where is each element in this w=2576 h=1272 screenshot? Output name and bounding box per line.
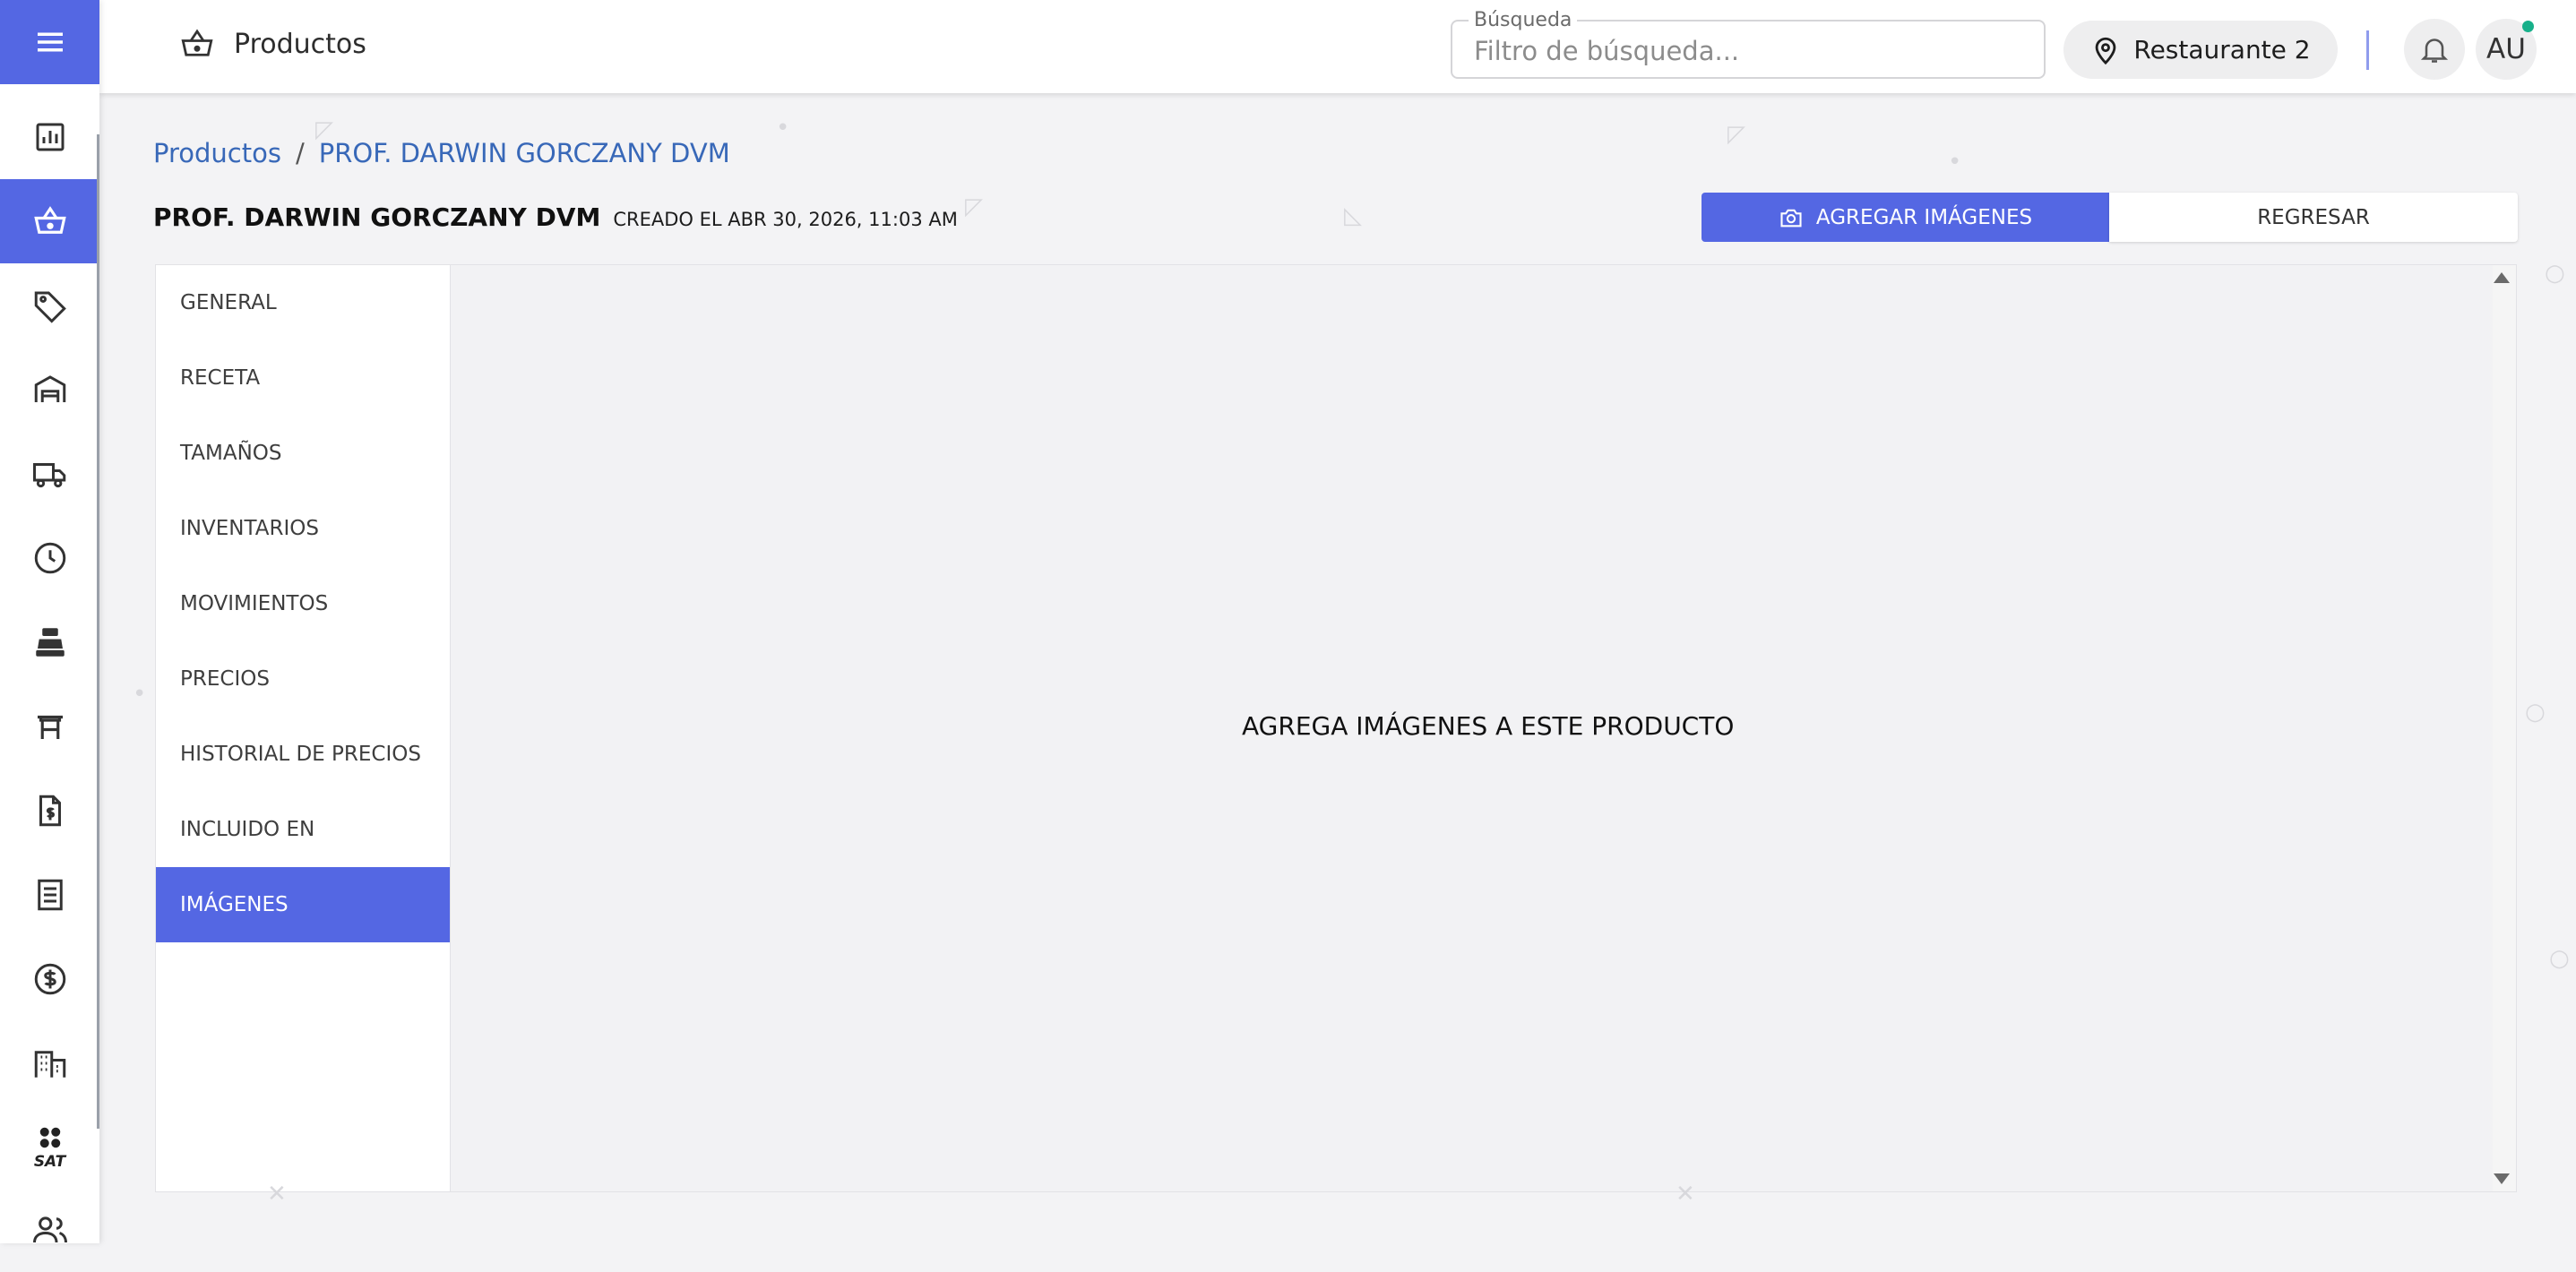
tab-incluido-en[interactable]: INCLUIDO EN bbox=[156, 792, 450, 867]
page-header: Productos bbox=[178, 25, 366, 63]
tag-icon bbox=[34, 291, 66, 323]
add-images-button[interactable]: AGREGAR IMÁGENES bbox=[1702, 193, 2109, 242]
background-mark: ◺ bbox=[1344, 202, 1362, 229]
tab-tamanos[interactable]: TAMAÑOS bbox=[156, 416, 450, 491]
tab-imagenes[interactable]: IMÁGENES bbox=[156, 867, 450, 942]
tab-inventarios[interactable]: INVENTARIOS bbox=[156, 491, 450, 566]
sidebar-item-tags[interactable] bbox=[0, 263, 99, 348]
receipt-icon bbox=[37, 879, 63, 911]
left-sidebar: SAT bbox=[0, 0, 99, 1243]
basket-icon bbox=[33, 206, 66, 234]
content-scrollbar[interactable] bbox=[2493, 265, 2516, 1191]
dollar-icon bbox=[34, 963, 65, 995]
bell-icon bbox=[2420, 39, 2449, 63]
empty-state-message: AGREGA IMÁGENES A ESTE PRODUCTO bbox=[1242, 711, 1735, 741]
sidebar-item-products[interactable] bbox=[0, 179, 99, 263]
scroll-up-arrow-icon[interactable] bbox=[2494, 272, 2510, 283]
sidebar-item-cash-register[interactable] bbox=[0, 600, 99, 684]
sidebar-scrollbar[interactable] bbox=[97, 134, 99, 1129]
sidebar-item-users[interactable] bbox=[0, 1188, 99, 1272]
tab-movimientos[interactable]: MOVIMIENTOS bbox=[156, 566, 450, 641]
cash-register-icon bbox=[35, 628, 65, 657]
back-button[interactable]: REGRESAR bbox=[2109, 193, 2518, 242]
background-mark: ✕ bbox=[1676, 1181, 1695, 1208]
product-tabs: GENERAL RECETA TAMAÑOS INVENTARIOS MOVIM… bbox=[156, 265, 451, 1191]
background-mark: ◸ bbox=[1727, 121, 1745, 148]
search-input[interactable] bbox=[1472, 32, 2013, 70]
background-mark: ✕ bbox=[267, 1181, 287, 1208]
background-mark: ◸ bbox=[315, 116, 333, 143]
warehouse-icon bbox=[34, 375, 65, 402]
topbar-divider bbox=[2366, 30, 2369, 70]
table-icon bbox=[37, 715, 63, 739]
building-icon bbox=[34, 1051, 65, 1078]
sat-icon bbox=[39, 1127, 60, 1148]
online-status-dot bbox=[2522, 21, 2534, 32]
tab-general[interactable]: GENERAL bbox=[156, 265, 450, 340]
breadcrumb: Productos / PROF. DARWIN GORCZANY DVM bbox=[153, 138, 730, 168]
sidebar-item-finance[interactable] bbox=[0, 937, 99, 1021]
search-label: Búsqueda bbox=[1469, 9, 1578, 31]
camera-icon bbox=[1780, 209, 1802, 227]
background-mark: ○ bbox=[2525, 699, 2546, 726]
sidebar-item-shipping[interactable] bbox=[0, 432, 99, 516]
location-selector-button[interactable]: Restaurante 2 bbox=[2063, 21, 2338, 79]
product-name: PROF. DARWIN GORCZANY DVM bbox=[153, 202, 601, 232]
tab-precios[interactable]: PRECIOS bbox=[156, 641, 450, 717]
product-created-date: CREADO EL ABR 30, 2026, 11:03 AM bbox=[613, 209, 958, 230]
top-bar: Productos Búsqueda Restaurante 2 AU bbox=[99, 0, 2576, 93]
chart-icon bbox=[36, 123, 64, 151]
background-mark: • bbox=[133, 681, 147, 708]
truck-icon bbox=[32, 463, 65, 488]
sidebar-item-history[interactable] bbox=[0, 516, 99, 600]
location-pin-icon bbox=[2096, 37, 2116, 64]
page-title: Productos bbox=[234, 28, 366, 60]
add-images-label: AGREGAR IMÁGENES bbox=[1815, 205, 2033, 229]
sidebar-item-companies[interactable] bbox=[0, 1021, 99, 1105]
background-mark: ◸ bbox=[965, 193, 983, 220]
sidebar-item-receipts[interactable] bbox=[0, 853, 99, 937]
sidebar-item-invoices[interactable] bbox=[0, 769, 99, 853]
background-mark: • bbox=[776, 115, 790, 142]
notifications-button[interactable] bbox=[2404, 19, 2465, 80]
product-header: PROF. DARWIN GORCZANY DVM CREADO EL ABR … bbox=[153, 202, 958, 232]
breadcrumb-separator: / bbox=[295, 138, 305, 168]
hamburger-menu-icon bbox=[37, 32, 63, 52]
sidebar-item-sat[interactable]: SAT bbox=[0, 1105, 99, 1190]
scroll-down-arrow-icon[interactable] bbox=[2494, 1173, 2510, 1184]
sat-label: SAT bbox=[33, 1153, 66, 1171]
clock-icon bbox=[34, 542, 65, 574]
search-field[interactable]: Búsqueda bbox=[1451, 9, 2046, 79]
invoice-icon bbox=[39, 795, 61, 827]
breadcrumb-link-products[interactable]: Productos bbox=[153, 138, 281, 168]
background-mark: ○ bbox=[2545, 260, 2565, 287]
breadcrumb-current[interactable]: PROF. DARWIN GORCZANY DVM bbox=[319, 138, 730, 168]
menu-toggle-button[interactable] bbox=[0, 0, 99, 84]
sidebar-item-dashboard[interactable] bbox=[0, 95, 99, 179]
sidebar-item-warehouse[interactable] bbox=[0, 348, 99, 432]
product-detail-panel: GENERAL RECETA TAMAÑOS INVENTARIOS MOVIM… bbox=[155, 264, 2517, 1192]
sidebar-item-tables[interactable] bbox=[0, 684, 99, 769]
tab-receta[interactable]: RECETA bbox=[156, 340, 450, 416]
tab-historial-de-precios[interactable]: HISTORIAL DE PRECIOS bbox=[156, 717, 450, 792]
background-mark: ○ bbox=[2549, 945, 2570, 972]
location-label: Restaurante 2 bbox=[2133, 35, 2311, 64]
background-mark: • bbox=[1948, 149, 1962, 176]
basket-icon bbox=[181, 29, 213, 56]
